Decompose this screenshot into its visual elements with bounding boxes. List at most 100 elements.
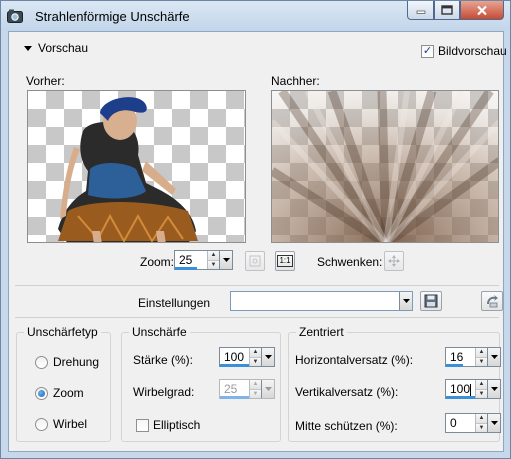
protect-center-value[interactable]: 0 [446,414,475,432]
v-offset-dropdown-button[interactable] [487,380,500,398]
pan-label: Schwenken: [317,255,383,269]
v-offset-step-arrows[interactable]: ▲ ▼ [475,380,487,398]
radio-zoom[interactable]: Zoom [35,386,84,400]
v-offset-spinner[interactable]: 100 ▲ ▼ [445,379,501,399]
center-group: Zentriert Horizontalversatz (%): 16 ▲ ▼ V… [288,325,501,442]
spin-up-icon[interactable]: ▲ [208,251,219,260]
radio-wirbel-circle[interactable] [35,417,48,431]
strength-value[interactable]: 100 [220,348,249,367]
h-offset-spinner[interactable]: 16 ▲ ▼ [445,347,501,367]
maximize-button[interactable] [434,1,460,20]
zoom-fit-button[interactable] [245,251,265,271]
h-offset-step-arrows[interactable]: ▲ ▼ [475,348,487,366]
before-preview-pane[interactable] [27,90,246,243]
window-title: Strahlenförmige Unschärfe [35,9,190,24]
text-cursor [470,383,472,396]
after-preview-pane[interactable] [271,90,499,243]
spin-up-icon[interactable]: ▲ [476,414,487,423]
zoom-spinner[interactable]: 25 ▲ ▼ [174,250,233,270]
strength-label: Stärke (%): [133,353,194,367]
swirl-level-bar [220,396,249,399]
title-bar[interactable]: Strahlenförmige Unschärfe [1,1,510,31]
chevron-down-icon [402,299,410,303]
elliptic-checkbox-row[interactable]: Elliptisch [136,418,200,432]
preview-toggle[interactable]: Vorschau [16,38,96,58]
chevron-down-icon [490,421,498,425]
h-offset-label: Horizontalversatz (%): [295,353,414,367]
v-offset-label: Vertikalversatz (%): [295,385,399,399]
reset-settings-button[interactable] [481,291,503,311]
maximize-icon [441,5,453,15]
chevron-down-icon [490,387,498,391]
protect-center-step-arrows[interactable]: ▲ ▼ [475,414,487,432]
zoom-value-text: 25 [179,253,193,267]
blur-type-group: Unschärfetyp Drehung Zoom Wirbel [16,325,111,442]
strength-spinner[interactable]: 100 ▲ ▼ [219,347,275,367]
fit-to-window-icon [249,255,261,267]
chevron-down-icon [222,258,230,262]
elliptic-checkbox[interactable] [136,418,149,432]
move-arrows-icon [388,255,400,267]
spin-down-icon[interactable]: ▼ [250,356,261,366]
settings-value [231,294,235,308]
bildvorschau-checkbox[interactable]: ✓ [421,44,434,58]
swirl-dropdown-button[interactable] [261,380,274,398]
swirl-value[interactable]: 25 [220,380,249,399]
pan-button[interactable] [384,251,404,271]
zoom-dropdown-button[interactable] [219,251,232,269]
close-button[interactable] [460,1,504,20]
separator [15,285,499,286]
zoom-step-arrows[interactable]: ▲ ▼ [207,251,219,269]
spin-down-icon[interactable]: ▼ [208,259,219,269]
radio-wirbel[interactable]: Wirbel [35,417,87,431]
v-offset-value-text: 100 [450,382,471,396]
radio-zoom-label: Zoom [53,386,84,400]
protect-center-dropdown-button[interactable] [487,414,500,432]
strength-level-bar [220,364,249,367]
radio-drehung-circle[interactable] [35,355,48,369]
protect-center-value-text: 0 [450,416,457,430]
zoom-level-bar [175,267,197,270]
v-offset-value[interactable]: 100 [446,380,475,399]
spin-up-icon[interactable]: ▲ [250,380,261,389]
spin-down-icon[interactable]: ▼ [250,388,261,398]
radio-zoom-circle[interactable] [35,386,48,400]
floppy-disk-icon [424,294,438,308]
actual-size-button[interactable]: 1:1 [275,251,295,271]
h-offset-value-text: 16 [450,350,464,364]
spin-down-icon[interactable]: ▼ [476,422,487,432]
spin-up-icon[interactable]: ▲ [250,348,261,357]
swirl-label: Wirbelgrad: [133,385,195,399]
h-offset-level-bar [446,364,463,367]
spin-down-icon[interactable]: ▼ [476,356,487,366]
settings-combobox[interactable] [230,291,413,311]
h-offset-value[interactable]: 16 [446,348,475,367]
settings-dropdown-button[interactable] [399,292,412,310]
save-preset-button[interactable] [420,291,442,311]
swirl-step-arrows[interactable]: ▲ ▼ [249,380,261,398]
minimize-button[interactable] [407,1,434,20]
protect-center-spinner[interactable]: 0 ▲ ▼ [445,413,501,433]
actual-size-label: 1:1 [277,255,293,267]
spin-up-icon[interactable]: ▲ [476,348,487,357]
before-preview-image [58,97,198,242]
bildvorschau-checkbox-row[interactable]: ✓ Bildvorschau [421,44,507,58]
swirl-value-text: 25 [224,382,238,396]
strength-value-text: 100 [224,350,245,364]
reset-icon [487,295,498,308]
swirl-spinner[interactable]: 25 ▲ ▼ [219,379,275,399]
h-offset-dropdown-button[interactable] [487,348,500,366]
bildvorschau-label: Bildvorschau [438,44,507,58]
elliptic-label: Elliptisch [153,418,201,432]
center-title: Zentriert [296,325,347,339]
protect-center-label: Mitte schützen (%): [295,419,398,433]
spin-up-icon[interactable]: ▲ [476,380,487,389]
zoom-value[interactable]: 25 [175,251,207,270]
v-offset-level-bar [446,396,475,399]
radio-drehung[interactable]: Drehung [35,355,99,369]
spin-down-icon[interactable]: ▼ [476,388,487,398]
strength-step-arrows[interactable]: ▲ ▼ [249,348,261,366]
strength-dropdown-button[interactable] [261,348,274,366]
minimize-icon [416,10,425,14]
close-icon [477,5,487,15]
